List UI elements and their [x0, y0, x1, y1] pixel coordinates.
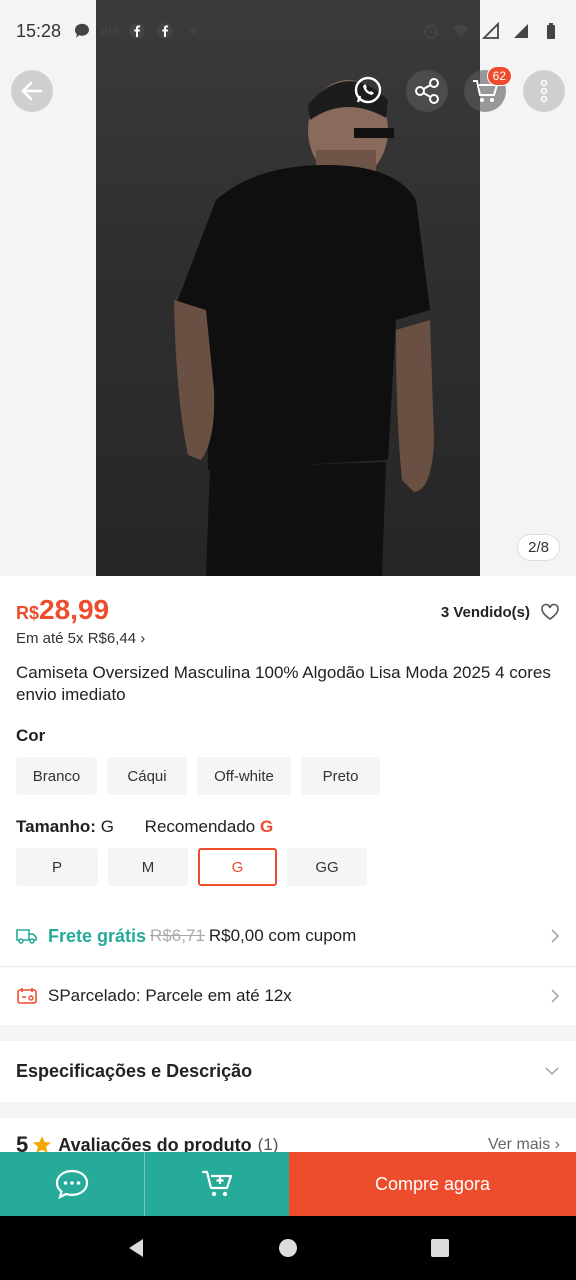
color-label: Cor — [16, 726, 46, 745]
color-option-preto[interactable]: Preto — [301, 757, 380, 795]
facebook-icon — [129, 23, 146, 39]
chevron-down-icon — [545, 1067, 559, 1076]
system-icons — [422, 22, 560, 40]
shipping-old-price: R$6,71 — [150, 926, 205, 945]
back-button[interactable] — [11, 70, 53, 112]
color-option-branco[interactable]: Branco — [16, 757, 97, 795]
chevron-right-icon — [551, 989, 560, 1003]
dot-icon — [190, 28, 196, 34]
color-option-off-white[interactable]: Off-white — [197, 757, 291, 795]
status-bar: 15:28 olx — [0, 0, 576, 62]
add-to-cart-button[interactable] — [145, 1152, 289, 1216]
chat-button[interactable] — [0, 1152, 145, 1216]
price-row: R$28,99 3 Vendido(s) — [16, 594, 560, 630]
size-label-row: Tamanho: G Recomendado G — [16, 817, 273, 837]
status-time: 15:28 — [16, 20, 62, 41]
share-button[interactable] — [406, 70, 448, 112]
whatsapp-share-button[interactable] — [348, 70, 390, 112]
size-value: G — [100, 817, 114, 836]
arrow-left-icon — [21, 81, 43, 101]
size-option-g[interactable]: G — [198, 848, 277, 886]
installment-icon — [17, 988, 37, 1004]
chevron-right-icon — [551, 929, 560, 943]
truck-icon — [16, 929, 37, 944]
notification-icons: olx — [73, 22, 202, 40]
size-option-m[interactable]: M — [108, 848, 188, 886]
signal-icon — [482, 22, 499, 39]
more-vertical-icon — [540, 79, 548, 103]
more-options-button[interactable] — [523, 70, 565, 112]
size-label: Tamanho: — [16, 817, 96, 836]
color-option-caqui[interactable]: Cáqui — [107, 757, 187, 795]
whatsapp-icon — [354, 76, 382, 104]
section-gap — [0, 1102, 576, 1118]
specs-row[interactable]: Especificações e Descrição — [0, 1042, 576, 1100]
chat-bubble-icon — [75, 23, 90, 38]
battery-icon — [547, 23, 555, 39]
size-option-p[interactable]: P — [16, 848, 98, 886]
size-option-gg[interactable]: GG — [287, 848, 367, 886]
price-value: 28,99 — [39, 594, 110, 625]
shipping-row[interactable]: Frete grátis R$6,71 R$0,00 com cupom — [0, 915, 576, 957]
nav-home-icon[interactable] — [277, 1237, 299, 1259]
installment-row[interactable]: SParcelado: Parcele em até 12x — [0, 975, 576, 1017]
nav-back-icon[interactable] — [125, 1237, 147, 1259]
product-title: Camiseta Oversized Masculina 100% Algodã… — [16, 663, 551, 704]
installments-link[interactable]: Em até 5x R$6,44 › — [16, 630, 145, 647]
color-options: Branco Cáqui Off-white Preto — [16, 757, 380, 795]
alarm-icon — [424, 25, 438, 39]
action-bar: Compre agora — [0, 1152, 576, 1216]
cart-badge: 62 — [486, 66, 512, 86]
sold-count: 3 Vendido(s) — [440, 604, 530, 621]
cart-button[interactable]: 62 — [464, 66, 512, 112]
chat-icon — [55, 1169, 89, 1200]
buy-now-button[interactable]: Compre agora — [289, 1152, 576, 1216]
product-price: R$28,99 — [16, 594, 109, 625]
free-shipping-label: Frete grátis — [48, 925, 147, 946]
facebook-icon — [157, 23, 174, 39]
size-options: P M G GG — [16, 848, 367, 886]
specs-label: Especificações e Descrição — [16, 1060, 253, 1081]
heart-icon[interactable] — [540, 602, 560, 622]
divider — [0, 966, 576, 967]
add-cart-icon — [202, 1170, 233, 1197]
recommended-label: Recomendado — [144, 817, 256, 836]
olx-icon: olx — [101, 24, 119, 38]
recommended-value: G — [259, 817, 274, 836]
shipping-new-price: R$0,00 com cupom — [208, 926, 357, 945]
nav-recents-icon[interactable] — [429, 1237, 451, 1259]
price-currency: R$ — [16, 603, 40, 623]
share-icon — [415, 78, 439, 104]
gallery-counter: 2/8 — [517, 534, 560, 561]
section-gap — [0, 1025, 576, 1041]
signal-icon — [514, 24, 528, 38]
system-nav-bar — [0, 1216, 576, 1280]
wifi-icon — [453, 24, 469, 38]
installment-label: SParcelado: Parcele em até 12x — [48, 986, 292, 1005]
